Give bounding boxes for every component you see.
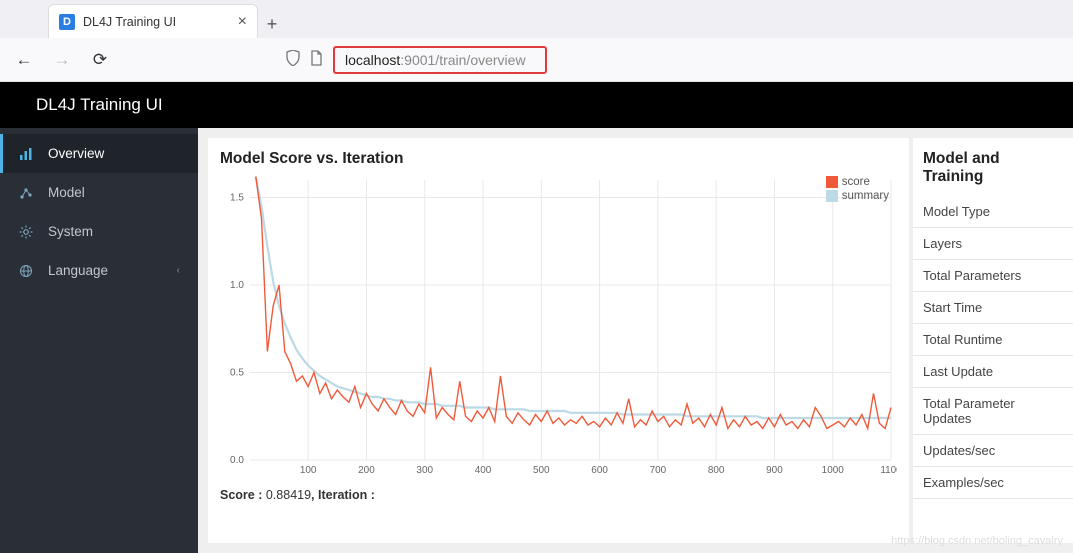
info-panel: Model and Training Model TypeLayersTotal… (913, 138, 1073, 543)
sidebar-item-language[interactable]: Language ‹ (0, 251, 198, 290)
sidebar: Overview Model System Language ‹ (0, 128, 198, 553)
svg-text:400: 400 (475, 465, 492, 476)
chart-footer: Score : 0.88419, Iteration : (220, 488, 897, 502)
svg-text:500: 500 (533, 465, 550, 476)
footer-iter-label: , Iteration : (311, 488, 375, 502)
info-row: Last Update (913, 356, 1073, 388)
legend-label: summary (842, 190, 889, 202)
info-row: Updates/sec (913, 435, 1073, 467)
svg-text:600: 600 (591, 465, 608, 476)
footer-score-label: Score : (220, 488, 266, 502)
sidebar-item-label: Overview (48, 146, 104, 161)
reload-button[interactable]: ⟳ (88, 48, 112, 72)
sidebar-item-system[interactable]: System (0, 212, 198, 251)
bars-icon (18, 147, 34, 161)
app-body: Overview Model System Language ‹ Model S… (0, 128, 1073, 553)
legend-label: score (842, 176, 870, 188)
svg-text:0.0: 0.0 (230, 455, 244, 466)
address-path: :9001/train/overview (400, 52, 525, 68)
info-row-label: Total Parameters (913, 260, 1073, 292)
info-row: Total Parameters (913, 260, 1073, 292)
legend-swatch (826, 190, 838, 202)
footer-score-value: 0.88419 (266, 488, 311, 502)
svg-text:100: 100 (300, 465, 317, 476)
info-row-label: Examples/sec (913, 467, 1073, 499)
tab-title: DL4J Training UI (83, 15, 176, 29)
address-bar[interactable]: localhost:9001/train/overview (333, 46, 547, 74)
info-row-label: Layers (913, 228, 1073, 260)
svg-text:200: 200 (358, 465, 375, 476)
info-row-label: Total Runtime (913, 324, 1073, 356)
svg-text:700: 700 (650, 465, 667, 476)
back-button[interactable]: ← (12, 48, 36, 72)
svg-text:300: 300 (416, 465, 433, 476)
info-table: Model TypeLayersTotal ParametersStart Ti… (913, 196, 1073, 499)
svg-text:1000: 1000 (822, 465, 845, 476)
gear-icon (18, 225, 34, 239)
address-host: localhost (345, 52, 400, 68)
info-row: Examples/sec (913, 467, 1073, 499)
sidebar-item-label: Language (48, 263, 108, 278)
app-title: DL4J Training UI (36, 95, 163, 115)
graph-icon (18, 186, 34, 200)
globe-icon (18, 264, 34, 278)
content-area: Model Score vs. Iteration 0.0 0.5 1.0 1.5 10… (198, 128, 1073, 553)
shield-icon[interactable] (286, 50, 300, 69)
info-row: Layers (913, 228, 1073, 260)
info-row: Model Type (913, 196, 1073, 228)
tab-favicon: D (59, 14, 75, 30)
sidebar-item-label: System (48, 224, 93, 239)
legend-item-score: score (826, 176, 889, 188)
svg-text:1.5: 1.5 (230, 192, 244, 203)
svg-text:800: 800 (708, 465, 725, 476)
info-row-label: Model Type (913, 196, 1073, 228)
svg-text:1.0: 1.0 (230, 280, 244, 291)
info-row-label: Total Parameter Updates (913, 388, 1073, 435)
info-row-label: Updates/sec (913, 435, 1073, 467)
address-bar-wrap: localhost:9001/train/overview (286, 46, 1061, 74)
browser-tab[interactable]: D DL4J Training UI × (48, 4, 258, 38)
browser-tab-strip: D DL4J Training UI × + (0, 0, 1073, 38)
app-header: DL4J Training UI (0, 82, 1073, 128)
svg-text:0.5: 0.5 (230, 367, 244, 378)
legend-swatch (826, 176, 838, 188)
info-row: Total Parameter Updates (913, 388, 1073, 435)
chevron-left-icon: ‹ (177, 265, 180, 276)
close-icon[interactable]: × (238, 13, 247, 31)
forward-button[interactable]: → (50, 48, 74, 72)
info-title: Model and Training (913, 138, 1073, 192)
new-tab-button[interactable]: + (258, 10, 286, 38)
chart-panel: Model Score vs. Iteration 0.0 0.5 1.0 1.5 10… (208, 138, 909, 543)
svg-text:900: 900 (766, 465, 783, 476)
address-icons (286, 50, 323, 69)
svg-text:1100: 1100 (880, 465, 897, 476)
page-icon[interactable] (310, 50, 323, 69)
legend-item-summary: summary (826, 190, 889, 202)
sidebar-item-model[interactable]: Model (0, 173, 198, 212)
info-row: Total Runtime (913, 324, 1073, 356)
sidebar-item-label: Model (48, 185, 85, 200)
chart-area[interactable]: 0.0 0.5 1.0 1.5 100 200 300 400 500 600 700 800 900 1… (220, 172, 897, 482)
info-row: Start Time (913, 292, 1073, 324)
chart-title: Model Score vs. Iteration (220, 150, 897, 168)
sidebar-item-overview[interactable]: Overview (0, 134, 198, 173)
browser-toolbar: ← → ⟳ localhost:9001/train/overview (0, 38, 1073, 82)
info-row-label: Start Time (913, 292, 1073, 324)
watermark: https://blog.csdn.net/boling_cavalry (891, 535, 1063, 547)
chart-legend: score summary (826, 176, 889, 204)
info-row-label: Last Update (913, 356, 1073, 388)
line-chart: 0.0 0.5 1.0 1.5 100 200 300 400 500 600 700 800 900 1… (220, 172, 897, 482)
